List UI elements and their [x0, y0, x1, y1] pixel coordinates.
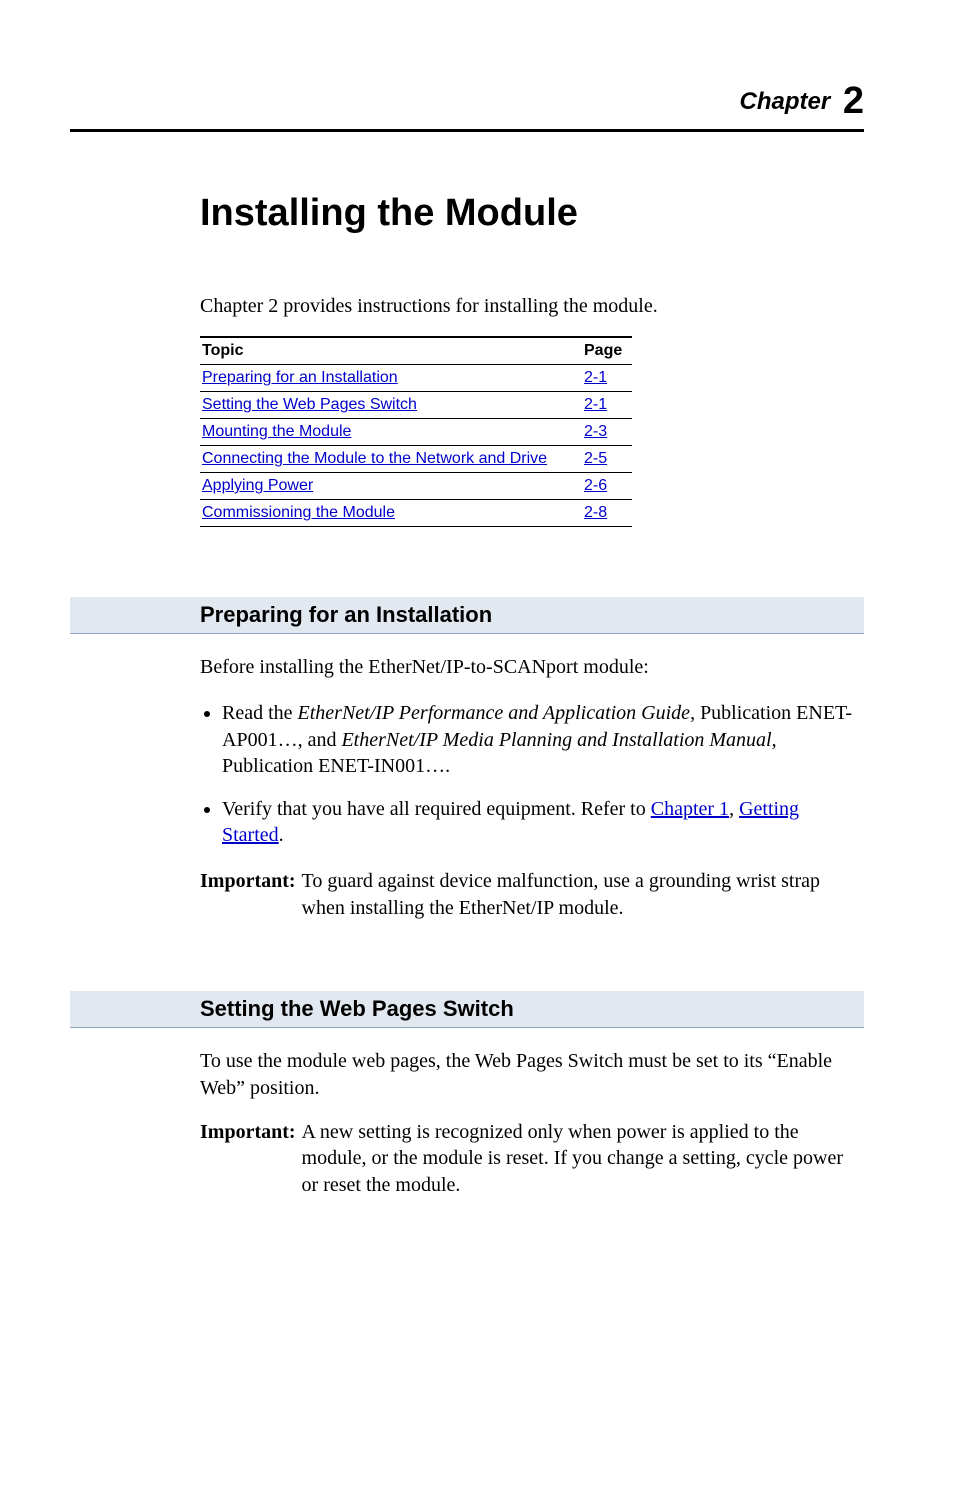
toc-page-link[interactable]: 2-3 — [584, 423, 607, 440]
section1-list: Read the EtherNet/IP Performance and App… — [200, 700, 864, 848]
important-label: Important: — [200, 868, 296, 921]
text: Read the — [222, 702, 298, 724]
list-item: Read the EtherNet/IP Performance and App… — [222, 700, 864, 779]
important-note: Important: A new setting is recognized o… — [200, 1119, 864, 1198]
toc-page-link[interactable]: 2-6 — [584, 477, 607, 494]
toc-header-page: Page — [582, 337, 632, 365]
text-italic: EtherNet/IP Performance and Application … — [298, 702, 691, 724]
list-item: Verify that you have all required equipm… — [222, 796, 864, 849]
toc-page-link[interactable]: 2-1 — [584, 396, 607, 413]
text-italic: EtherNet/IP Media Planning and Installat… — [341, 729, 771, 751]
toc-table: Topic Page Preparing for an Installation… — [200, 336, 632, 527]
toc-link[interactable]: Commissioning the Module — [202, 504, 395, 521]
section-heading-preparing: Preparing for an Installation — [70, 597, 864, 634]
text: , — [729, 798, 739, 820]
toc-header-topic: Topic — [200, 337, 582, 365]
document-title: Installing the Module — [200, 192, 864, 235]
section-heading-webpages: Setting the Web Pages Switch — [70, 991, 864, 1028]
table-row: Applying Power 2-6 — [200, 473, 632, 500]
section1-intro: Before installing the EtherNet/IP-to-SCA… — [200, 654, 864, 680]
toc-link[interactable]: Applying Power — [202, 477, 313, 494]
important-text: A new setting is recognized only when po… — [302, 1119, 864, 1198]
section2-paragraph: To use the module web pages, the Web Pag… — [200, 1048, 864, 1101]
important-note: Important: To guard against device malfu… — [200, 868, 864, 921]
toc-page-link[interactable]: 2-5 — [584, 450, 607, 467]
text: . — [279, 824, 284, 846]
table-row: Preparing for an Installation 2-1 — [200, 365, 632, 392]
text: Verify that you have all required equipm… — [222, 798, 651, 820]
intro-paragraph: Chapter 2 provides instructions for inst… — [200, 295, 864, 318]
page-content: Chapter 2 Installing the Module Chapter … — [0, 0, 954, 1288]
toc-page-link[interactable]: 2-1 — [584, 369, 607, 386]
table-row: Connecting the Module to the Network and… — [200, 446, 632, 473]
toc-page-link[interactable]: 2-8 — [584, 504, 607, 521]
table-row: Mounting the Module 2-3 — [200, 419, 632, 446]
chapter-1-link[interactable]: Chapter 1 — [651, 798, 729, 820]
chapter-word: Chapter — [740, 88, 831, 115]
toc-link[interactable]: Connecting the Module to the Network and… — [202, 450, 547, 467]
toc-link[interactable]: Preparing for an Installation — [202, 369, 398, 386]
chapter-number: 2 — [843, 80, 864, 122]
important-label: Important: — [200, 1119, 296, 1198]
toc-link[interactable]: Mounting the Module — [202, 423, 351, 440]
important-text: To guard against device malfunction, use… — [302, 868, 864, 921]
chapter-label: Chapter 2 — [70, 80, 864, 132]
toc-link[interactable]: Setting the Web Pages Switch — [202, 396, 417, 413]
table-row: Setting the Web Pages Switch 2-1 — [200, 392, 632, 419]
table-row: Commissioning the Module 2-8 — [200, 500, 632, 527]
